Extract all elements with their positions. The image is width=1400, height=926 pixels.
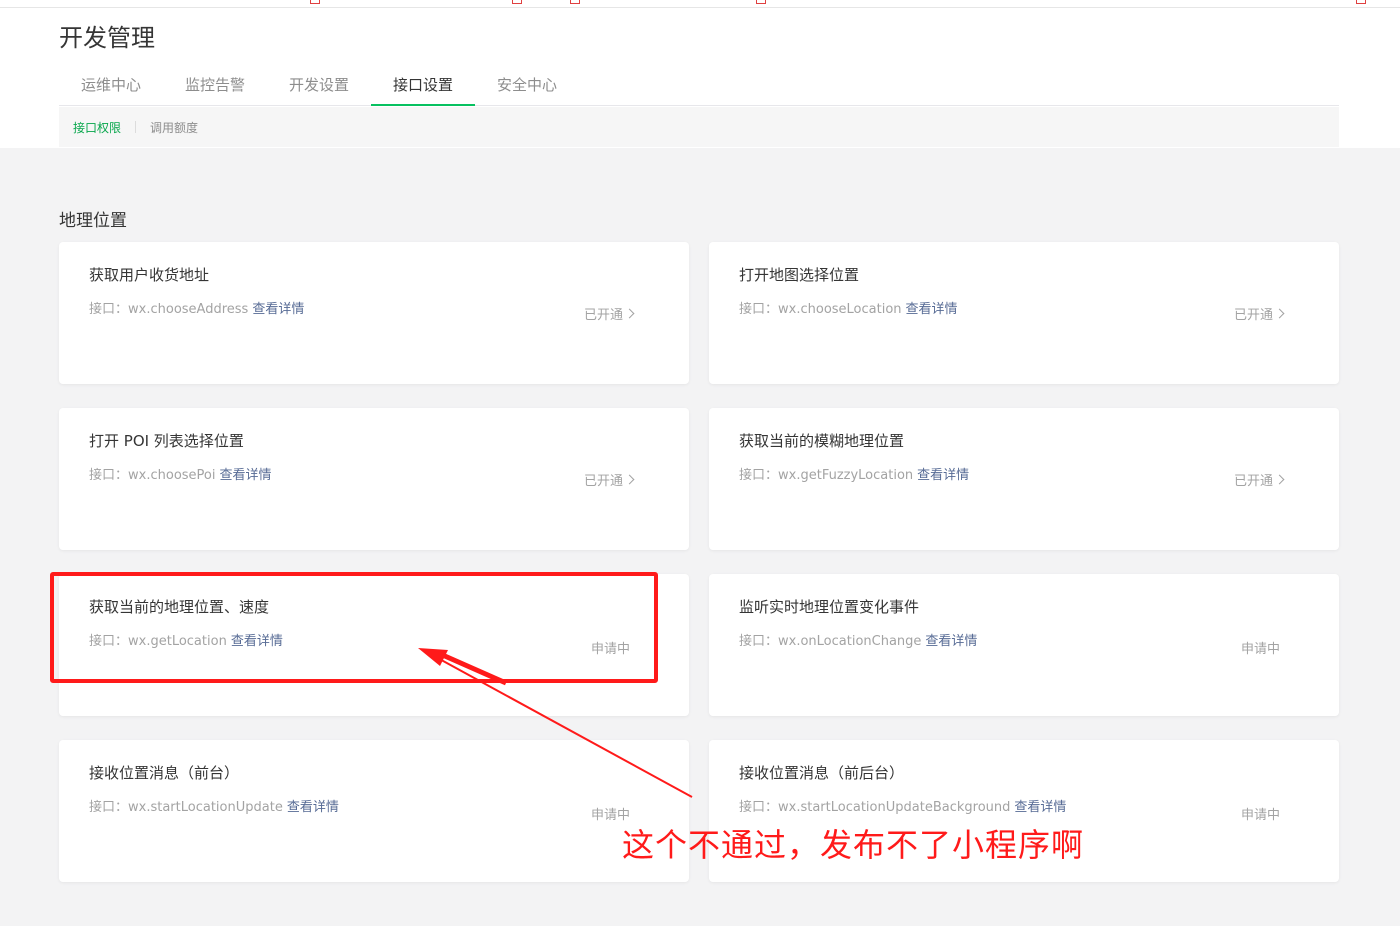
- api-card: 监听实时地理位置变化事件 接口：wx.onLocationChange 查看详情 …: [709, 574, 1339, 716]
- api-card: 获取用户收货地址 接口：wx.chooseAddress 查看详情 已开通: [59, 242, 689, 384]
- api-card: 打开 POI 列表选择位置 接口：wx.choosePoi 查看详情 已开通: [59, 408, 689, 550]
- annotation-text: 这个不通过，发布不了小程序啊: [622, 826, 1085, 864]
- card-api-line: 接口：wx.getLocation 查看详情: [89, 630, 283, 649]
- card-api-line: 接口：wx.chooseLocation 查看详情: [739, 298, 958, 317]
- api-prefix: 接口：: [739, 800, 779, 815]
- status-label: 已开通: [1233, 474, 1273, 489]
- api-card: 接收位置消息（前台） 接口：wx.startLocationUpdate 查看详情…: [59, 740, 689, 882]
- card-api-line: 接口：wx.chooseAddress 查看详情: [89, 298, 304, 317]
- chevron-right-icon: [1274, 474, 1285, 485]
- tab-marker: [756, 0, 766, 4]
- status-pending: 申请中: [590, 642, 630, 657]
- card-title: 接收位置消息（前后台）: [739, 764, 905, 782]
- tab-dev-settings[interactable]: 开发设置: [267, 66, 371, 106]
- card-title: 获取当前的模糊地理位置: [739, 432, 905, 450]
- view-details-link[interactable]: 查看详情: [219, 468, 271, 483]
- api-name: wx.startLocationUpdateBackground: [778, 800, 1011, 815]
- view-details-link[interactable]: 查看详情: [231, 634, 283, 649]
- header: 开发管理 运维中心 监控告警 开发设置 接口设置 安全中心 接口权限 调用额度: [0, 8, 1400, 148]
- view-details-link[interactable]: 查看详情: [252, 302, 304, 317]
- tab-marker: [512, 0, 522, 4]
- card-title: 打开 POI 列表选择位置: [89, 432, 244, 450]
- tab-ops-center[interactable]: 运维中心: [59, 66, 163, 106]
- main-tabs: 运维中心 监控告警 开发设置 接口设置 安全中心: [59, 66, 1339, 106]
- api-prefix: 接口：: [739, 634, 779, 649]
- view-details-link[interactable]: 查看详情: [917, 468, 969, 483]
- card-api-line: 接口：wx.startLocationUpdate 查看详情: [89, 796, 339, 815]
- view-details-link[interactable]: 查看详情: [287, 800, 339, 815]
- view-details-link[interactable]: 查看详情: [906, 302, 958, 317]
- divider: [135, 121, 137, 133]
- chevron-right-icon: [1274, 308, 1285, 319]
- status-label: 已开通: [1233, 308, 1273, 323]
- top-strip: [0, 0, 1400, 8]
- status-pending: 申请中: [1240, 642, 1280, 657]
- status-enabled[interactable]: 已开通: [583, 304, 635, 323]
- api-prefix: 接口：: [89, 634, 129, 649]
- subtab-api-permissions[interactable]: 接口权限: [73, 119, 121, 136]
- api-prefix: 接口：: [89, 800, 129, 815]
- api-name: wx.getLocation: [128, 634, 227, 649]
- card-title: 获取当前的地理位置、速度: [89, 598, 270, 616]
- status-enabled[interactable]: 已开通: [1233, 470, 1285, 489]
- card-api-line: 接口：wx.getFuzzyLocation 查看详情: [739, 464, 969, 483]
- card-api-line: 接口：wx.choosePoi 查看详情: [89, 464, 272, 483]
- card-title: 获取用户收货地址: [89, 266, 210, 284]
- status-enabled[interactable]: 已开通: [583, 470, 635, 489]
- tab-monitoring[interactable]: 监控告警: [163, 66, 267, 106]
- api-name: wx.chooseLocation: [778, 302, 902, 317]
- section-title: 地理位置: [59, 211, 127, 231]
- api-name: wx.chooseAddress: [128, 302, 249, 317]
- api-card: 获取当前的地理位置、速度 接口：wx.getLocation 查看详情 申请中: [59, 574, 689, 716]
- tab-marker: [310, 0, 320, 4]
- status-label: 已开通: [583, 474, 623, 489]
- subtab-call-quota[interactable]: 调用额度: [150, 119, 198, 136]
- card-title: 监听实时地理位置变化事件: [739, 598, 920, 616]
- status-label: 已开通: [583, 308, 623, 323]
- card-title: 接收位置消息（前台）: [89, 764, 240, 782]
- view-details-link[interactable]: 查看详情: [925, 634, 977, 649]
- api-name: wx.onLocationChange: [778, 634, 922, 649]
- api-card: 获取当前的模糊地理位置 接口：wx.getFuzzyLocation 查看详情 已…: [709, 408, 1339, 550]
- api-prefix: 接口：: [89, 468, 129, 483]
- api-prefix: 接口：: [89, 302, 129, 317]
- status-enabled[interactable]: 已开通: [1233, 304, 1285, 323]
- card-title: 打开地图选择位置: [739, 266, 860, 284]
- api-prefix: 接口：: [739, 302, 779, 317]
- chevron-right-icon: [624, 308, 635, 319]
- tab-marker: [1356, 0, 1366, 4]
- status-pending: 申请中: [1240, 808, 1280, 823]
- api-name: wx.startLocationUpdate: [128, 800, 283, 815]
- tab-api-settings[interactable]: 接口设置: [371, 66, 475, 106]
- chevron-right-icon: [624, 474, 635, 485]
- api-name: wx.getFuzzyLocation: [778, 468, 914, 483]
- tab-security-center[interactable]: 安全中心: [475, 66, 579, 106]
- api-card: 打开地图选择位置 接口：wx.chooseLocation 查看详情 已开通: [709, 242, 1339, 384]
- page-title: 开发管理: [59, 24, 155, 52]
- api-prefix: 接口：: [739, 468, 779, 483]
- tab-marker: [570, 0, 580, 4]
- api-name: wx.choosePoi: [128, 468, 216, 483]
- card-api-line: 接口：wx.onLocationChange 查看详情: [739, 630, 977, 649]
- sub-tabs: 接口权限 调用额度: [59, 107, 1339, 147]
- card-api-line: 接口：wx.startLocationUpdateBackground 查看详情: [739, 796, 1066, 815]
- view-details-link[interactable]: 查看详情: [1014, 800, 1066, 815]
